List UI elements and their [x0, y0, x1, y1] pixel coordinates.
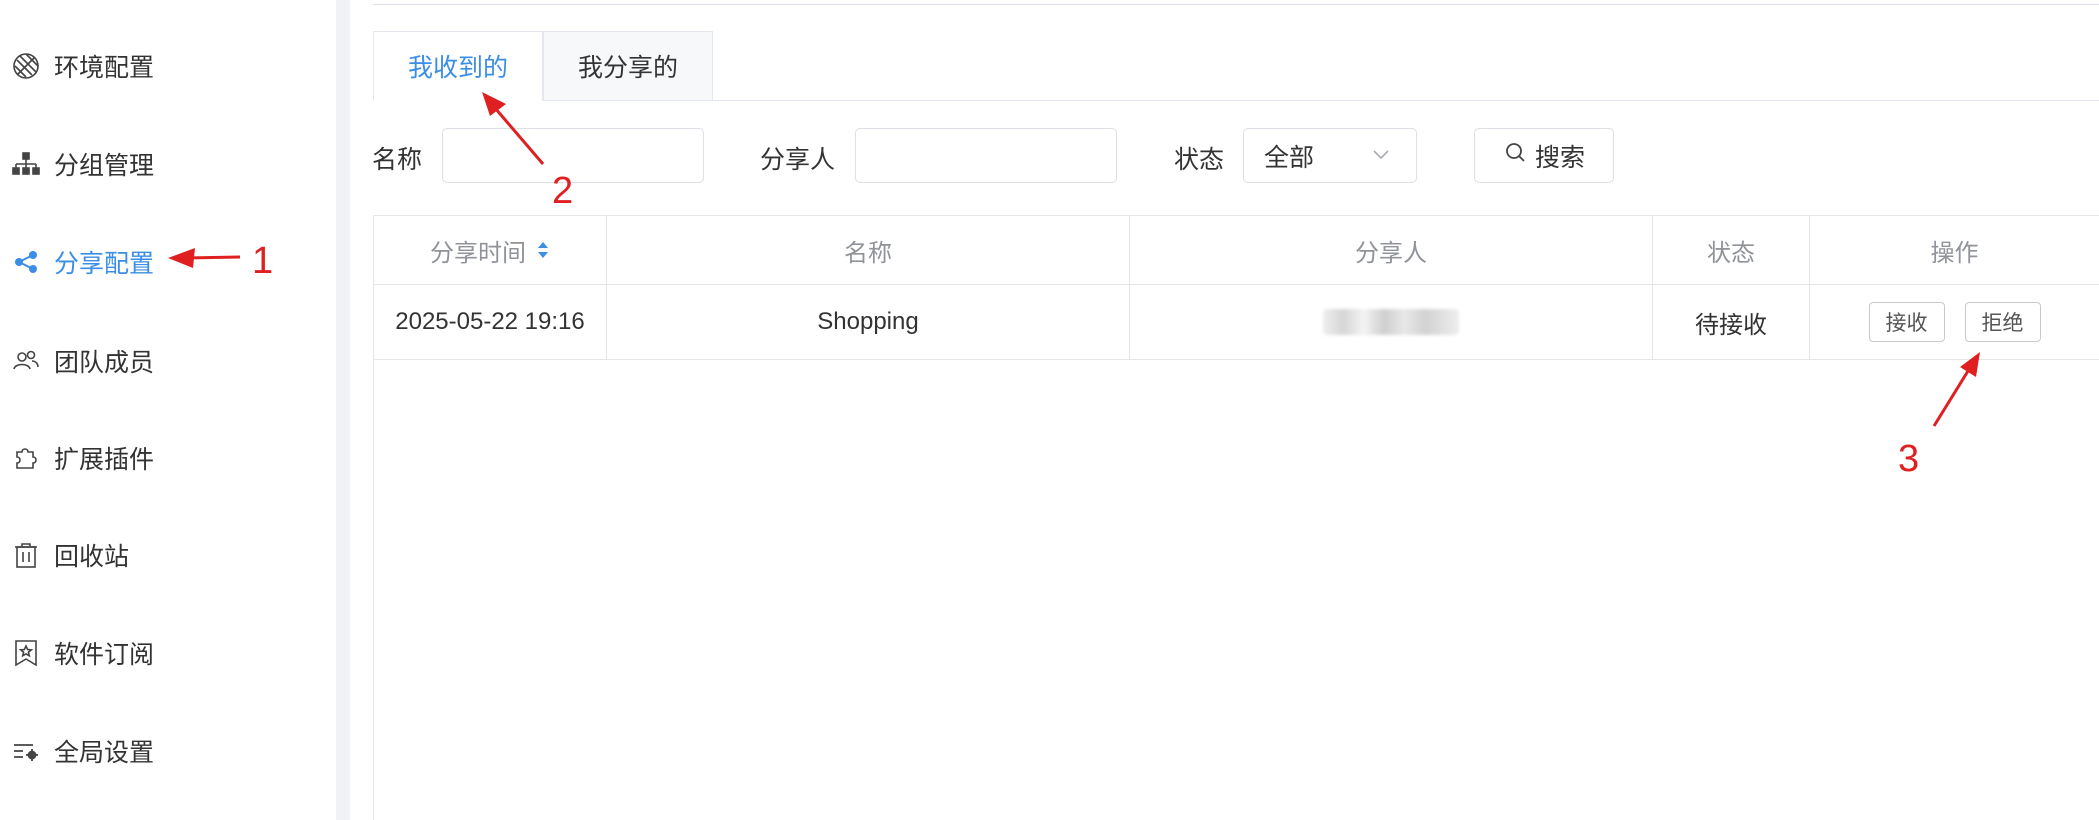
- puzzle-icon: [10, 442, 42, 474]
- trash-icon: [10, 539, 42, 571]
- annotation-label-3: 3: [1898, 438, 1920, 480]
- top-divider: [373, 4, 2099, 5]
- sidebar-item-extensions[interactable]: 扩展插件: [0, 428, 336, 488]
- reject-button[interactable]: 拒绝: [1964, 302, 2041, 342]
- sidebar-item-label: 全局设置: [54, 739, 155, 767]
- sharer-filter-input[interactable]: [855, 128, 1117, 183]
- bookmark-star-icon: [10, 637, 42, 669]
- sidebar-item-label: 分享配置: [54, 250, 155, 278]
- globe-icon: [10, 50, 42, 82]
- chevron-down-icon: [1370, 143, 1392, 165]
- sidebar-divider: [336, 0, 350, 820]
- sidebar-item-team[interactable]: 团队成员: [0, 331, 336, 391]
- tab-shared[interactable]: 我分享的: [543, 31, 713, 101]
- annotation-label-1: 1: [252, 240, 274, 282]
- search-icon: [1503, 140, 1527, 171]
- sidebar-item-label: 回收站: [54, 543, 130, 571]
- org-chart-icon: [10, 148, 42, 180]
- status-filter-value: 全部: [1264, 143, 1315, 172]
- accept-button[interactable]: 接收: [1868, 302, 1945, 342]
- shares-table: 分享时间 名称 分享人 状态 操作 2025-05-22 19:16 Shopp…: [373, 215, 2099, 820]
- table-header: 分享时间 名称 分享人 状态 操作: [374, 215, 2099, 285]
- column-header-status: 状态: [1653, 216, 1810, 284]
- cell-actions: 接收 拒绝: [1810, 285, 2099, 359]
- sidebar-item-label: 环境配置: [54, 54, 155, 82]
- annotation-label-2: 2: [552, 170, 574, 212]
- sidebar-item-label: 团队成员: [54, 349, 155, 377]
- cell-share-time: 2025-05-22 19:16: [374, 285, 607, 359]
- name-filter-label: 名称: [372, 146, 423, 174]
- search-button[interactable]: 搜索: [1474, 128, 1614, 183]
- sidebar-item-groups[interactable]: 分组管理: [0, 134, 336, 194]
- sidebar-item-sharing[interactable]: 分享配置: [0, 232, 336, 292]
- blurred-sharer-name: [1323, 309, 1459, 335]
- tab-label: 我分享的: [577, 54, 678, 82]
- tab-received[interactable]: 我收到的: [373, 31, 543, 101]
- settings-list-icon: [10, 735, 42, 767]
- sidebar-item-environment[interactable]: 环境配置: [0, 36, 336, 96]
- sidebar-item-label: 扩展插件: [54, 446, 155, 474]
- status-filter-label: 状态: [1174, 146, 1225, 174]
- sidebar-item-global-settings[interactable]: 全局设置: [0, 721, 336, 781]
- column-header-actions: 操作: [1810, 216, 2099, 284]
- cell-status: 待接收: [1653, 285, 1810, 359]
- sharer-filter-label: 分享人: [760, 146, 836, 174]
- cell-sharer: [1130, 285, 1653, 359]
- team-icon: [10, 345, 42, 377]
- sidebar-item-subscription[interactable]: 软件订阅: [0, 623, 336, 683]
- share-icon: [10, 246, 42, 278]
- sidebar-item-recycle-bin[interactable]: 回收站: [0, 525, 336, 585]
- table-row: 2025-05-22 19:16 Shopping 待接收 接收 拒绝: [374, 285, 2099, 360]
- sidebar-item-label: 软件订阅: [54, 641, 155, 669]
- column-header-time[interactable]: 分享时间: [374, 216, 607, 284]
- status-filter-select[interactable]: 全部: [1243, 128, 1417, 183]
- sort-icon[interactable]: [536, 239, 550, 261]
- search-button-label: 搜索: [1534, 143, 1585, 172]
- tab-label: 我收到的: [407, 54, 508, 82]
- column-header-name: 名称: [607, 216, 1130, 284]
- cell-name: Shopping: [607, 285, 1130, 359]
- sidebar-item-label: 分组管理: [54, 152, 155, 180]
- sidebar: 环境配置 分组管理 分享配置 团队成员 扩展插件 回收站 软件订阅 全局设置: [0, 0, 336, 820]
- column-header-sharer: 分享人: [1130, 216, 1653, 284]
